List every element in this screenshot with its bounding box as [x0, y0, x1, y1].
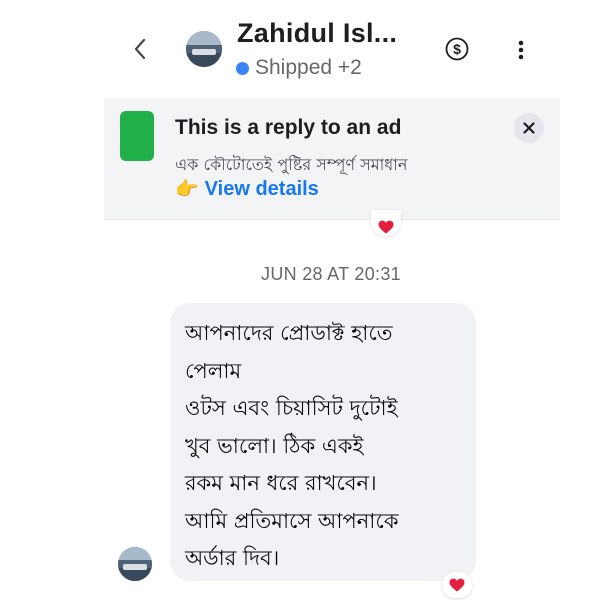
- ad-banner-subtitle: এক কৌটোতেই পুষ্টির সম্পূর্ণ সমাধান: [175, 155, 408, 174]
- message-line: রকম মান ধরে রাখবেন।: [185, 471, 377, 495]
- vertical-dots-icon: [518, 40, 524, 60]
- heart-icon: [378, 220, 394, 234]
- back-button[interactable]: [128, 34, 152, 64]
- status-label: Shipped +2: [255, 56, 362, 79]
- ad-banner-title: This is a reply to an ad: [175, 116, 402, 139]
- pointing-hand-icon: 👉: [175, 178, 199, 200]
- close-icon: [523, 122, 535, 134]
- messenger-chat-screen: Zahidul Isl... Shipped +2 $ This is a re…: [0, 0, 600, 600]
- chevron-left-icon: [134, 38, 146, 60]
- more-options-button[interactable]: [514, 36, 528, 64]
- message-line: আপনাদের প্রোডাক্ট হাতে: [185, 321, 393, 345]
- dollar-circle-icon: $: [445, 37, 469, 61]
- message-line: পেলাম: [185, 358, 242, 383]
- message-line: আমি প্রতিমাসে আপনাকে: [185, 508, 399, 533]
- close-banner-button[interactable]: [514, 113, 544, 143]
- ad-thumbnail[interactable]: [120, 111, 154, 161]
- ad-reply-banner: This is a reply to an ad এক কৌটোতেই পুষ্…: [104, 98, 560, 220]
- chat-header: Zahidul Isl... Shipped +2 $: [104, 0, 560, 98]
- order-status[interactable]: Shipped +2: [236, 56, 362, 80]
- svg-text:$: $: [453, 41, 461, 57]
- heart-icon: [449, 578, 465, 592]
- sender-avatar[interactable]: [118, 547, 152, 581]
- message-line: ওটস এবং চিয়াসিট দুটোই: [185, 396, 398, 420]
- message-line: খুব ভালো। ঠিক একই: [185, 433, 364, 458]
- payment-button[interactable]: $: [445, 37, 469, 61]
- message-reaction[interactable]: [442, 572, 472, 598]
- previous-message-reaction[interactable]: [371, 210, 401, 236]
- contact-name[interactable]: Zahidul Isl...: [237, 18, 397, 49]
- message-timestamp: JUN 28 AT 20:31: [261, 264, 401, 284]
- message-bubble[interactable]: আপনাদের প্রোডাক্ট হাতে পেলাম ওটস এবং চিয…: [170, 303, 476, 581]
- status-dot-icon: [236, 61, 249, 75]
- view-details-row[interactable]: 👉 View details: [175, 178, 319, 201]
- message-line: অর্ডার দিব।: [185, 546, 280, 570]
- view-details-link[interactable]: View details: [205, 178, 319, 201]
- contact-avatar[interactable]: [186, 31, 222, 67]
